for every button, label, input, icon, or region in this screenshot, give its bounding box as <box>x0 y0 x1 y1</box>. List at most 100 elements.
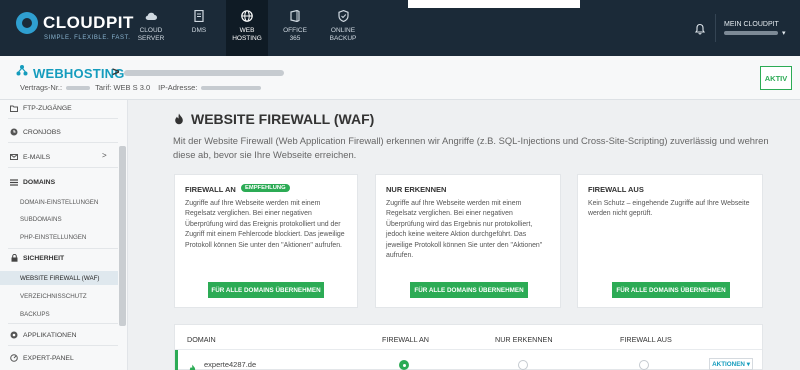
sitemap-icon <box>16 63 28 76</box>
breadcrumb-separator: > <box>112 64 120 79</box>
tariff-label: Tarif: WEB S 3.0 <box>95 83 151 92</box>
nav-dms[interactable]: DMS <box>178 0 220 56</box>
sidebar-item-expert-panel[interactable]: EXPERT-PANEL <box>10 354 74 362</box>
column-header-firewall-off: FIREWALL AUS <box>620 335 672 344</box>
list-icon <box>10 178 18 186</box>
nav-online-backup[interactable]: ONLINE BACKUP <box>322 0 364 56</box>
chevron-down-icon[interactable]: ▾ <box>782 29 786 37</box>
sidebar-item-applications[interactable]: APPLIKATIONEN <box>10 331 77 339</box>
table-divider <box>175 349 762 350</box>
sidebar-subitem-backups[interactable]: BACKUPS <box>20 311 50 318</box>
brand-tagline: SIMPLE. FLEXIBLE. FAST. <box>44 35 131 41</box>
sidebar-subitem-domain-settings[interactable]: DOMAIN-EINSTELLUNGEN <box>20 199 98 206</box>
redacted-contract-number <box>66 85 91 90</box>
contract-info: Vertrags-Nr.: Tarif: WEB S 3.0 IP-Adress… <box>20 83 266 92</box>
globe-icon <box>241 10 253 22</box>
nav-label-line2: 365 <box>289 35 301 42</box>
main-nav: CLOUD SERVER DMS WEB HOSTING OFFICE 365 <box>130 0 364 56</box>
sidebar-subitem-directory-protection[interactable]: VERZEICHNISSCHUTZ <box>20 293 87 300</box>
recommendation-badge: EMPFEHLUNG <box>241 184 290 192</box>
account-menu-label[interactable]: MEIN CLOUDPIT <box>724 21 779 28</box>
radio-firewall-on[interactable] <box>399 360 409 370</box>
brand-name: CLOUDPIT <box>43 13 134 32</box>
sidebar-subitem-php-settings[interactable]: PHP-EINSTELLUNGEN <box>20 234 86 241</box>
clock-icon <box>10 128 18 136</box>
card-title: FIREWALL AUS <box>588 185 644 194</box>
nav-label-line1: OFFICE <box>283 27 307 34</box>
nav-label-line1: WEB <box>239 27 255 34</box>
nav-divider <box>715 14 716 42</box>
app-icon <box>10 331 18 339</box>
page-title: WEBHOSTING <box>33 66 125 81</box>
sidebar-item-label: APPLIKATIONEN <box>23 331 77 339</box>
column-header-domain: DOMAIN <box>187 335 216 344</box>
sidebar-item-label: SICHERHEIT <box>23 254 65 262</box>
card-description: Kein Schutz – eingehende Zugriffe auf Ih… <box>588 200 750 218</box>
top-overlay-bar <box>408 0 580 8</box>
apply-all-domains-button[interactable]: FÜR ALLE DOMAINS ÜBERNEHMEN <box>410 282 528 298</box>
flame-icon <box>189 360 196 370</box>
cloudpit-logo[interactable]: CLOUDPIT <box>16 12 134 34</box>
document-icon <box>193 10 205 22</box>
sidebar-item-cronjobs[interactable]: CRONJOBS <box>10 128 61 136</box>
sidebar-item-security[interactable]: SICHERHEIT <box>10 254 64 262</box>
sidebar-subitem-website-firewall[interactable]: WEBSITE FIREWALL (WAF) <box>20 275 99 282</box>
shield-icon <box>337 10 349 22</box>
cloud-icon <box>145 10 157 22</box>
sidebar-item-emails[interactable]: E-MAILS <box>10 153 50 161</box>
contract-number-label: Vertrags-Nr.: <box>20 83 63 92</box>
nav-web-hosting[interactable]: WEB HOSTING <box>226 0 268 56</box>
sidebar-item-label: E-MAILS <box>23 153 51 161</box>
nav-label-line2: BACKUP <box>329 35 357 42</box>
card-title: NUR ERKENNEN <box>386 185 447 194</box>
top-navigation-bar: CLOUDPIT SIMPLE. FLEXIBLE. FAST. CLOUD S… <box>0 0 800 56</box>
card-description: Zugriffe auf Ihre Webseite werden mit ei… <box>386 200 543 260</box>
nav-office-365[interactable]: OFFICE 365 <box>274 0 316 56</box>
chevron-right-icon[interactable]: > <box>102 151 107 160</box>
sidebar-subitem-subdomains[interactable]: SUBDOMAINS <box>20 216 62 223</box>
nav-cloud-server[interactable]: CLOUD SERVER <box>130 0 172 56</box>
card-description: Zugriffe auf Ihre Webseite werden mit ei… <box>185 200 345 249</box>
radio-firewall-off[interactable] <box>639 360 649 370</box>
office-icon <box>289 10 301 22</box>
nav-label-line2: HOSTING <box>232 35 262 42</box>
option-card-detect-only: NUR ERKENNEN Zugriffe auf Ihre Webseite … <box>375 174 561 308</box>
sidebar: FTP-ZUGÄNGE CRONJOBS E-MAILS > DOMAINS D… <box>0 100 128 370</box>
column-header-firewall-on: FIREWALL AN <box>382 335 429 344</box>
status-active-button[interactable]: AKTIV <box>760 66 792 90</box>
nav-label-line1: ONLINE <box>330 27 356 34</box>
domain-firewall-table: DOMAIN FIREWALL AN NUR ERKENNEN FIREWALL… <box>174 324 763 370</box>
intro-text: Mit der Website Firewall (Web Applicatio… <box>173 135 769 160</box>
option-card-firewall-on: FIREWALL AN EMPFEHLUNG Zugriffe auf Ihre… <box>174 174 358 308</box>
ip-address-label: IP-Adresse: <box>158 83 198 92</box>
sidebar-item-label: DOMAINS <box>23 178 56 186</box>
redacted-username <box>724 31 778 35</box>
apply-all-domains-button[interactable]: FÜR ALLE DOMAINS ÜBERNEHMEN <box>612 282 730 298</box>
sidebar-item-domains[interactable]: DOMAINS <box>10 178 55 186</box>
flame-icon <box>174 112 184 125</box>
folder-icon <box>10 104 18 112</box>
column-header-detect-only: NUR ERKENNEN <box>495 335 553 344</box>
row-status-accent <box>175 350 178 370</box>
radio-detect-only[interactable] <box>518 360 528 370</box>
cloudpit-logo-icon <box>16 12 38 34</box>
lock-icon <box>10 254 18 262</box>
table-cell-domain: experte4287.de <box>204 360 257 369</box>
actions-dropdown-button[interactable]: AKTIONEN ▾ <box>709 358 753 370</box>
sidebar-item-ftp[interactable]: FTP-ZUGÄNGE <box>10 104 72 112</box>
sidebar-scrollbar[interactable] <box>119 146 126 326</box>
sidebar-item-label: CRONJOBS <box>23 128 61 136</box>
card-title: FIREWALL AN <box>185 185 236 194</box>
option-card-firewall-off: FIREWALL AUS Kein Schutz – eingehende Zu… <box>577 174 763 308</box>
nav-label-line1: CLOUD <box>139 27 163 34</box>
page-heading: WEBSITE FIREWALL (WAF) <box>191 111 375 127</box>
bell-icon[interactable] <box>694 22 706 35</box>
redacted-hostname <box>124 70 284 76</box>
panel-icon <box>10 354 18 362</box>
apply-all-domains-button[interactable]: FÜR ALLE DOMAINS ÜBERNEHMEN <box>208 282 324 298</box>
sidebar-item-label: FTP-ZUGÄNGE <box>23 104 72 112</box>
envelope-icon <box>10 153 18 161</box>
redacted-ip-address <box>201 85 262 90</box>
nav-label-line2: SERVER <box>137 35 165 42</box>
sidebar-item-label: EXPERT-PANEL <box>23 354 74 362</box>
